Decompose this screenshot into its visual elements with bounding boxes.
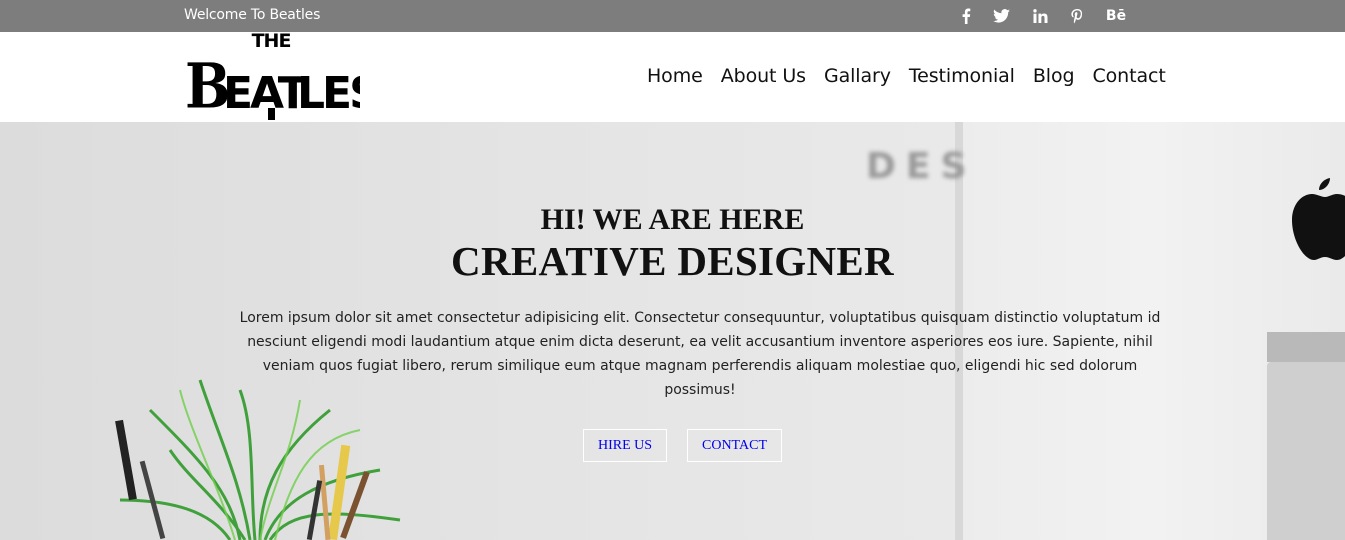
nav-gallary[interactable]: Gallary [824,65,891,87]
nav-blog[interactable]: Blog [1033,65,1075,87]
welcome-text: Welcome To Beatles [184,7,321,23]
twitter-icon[interactable] [992,8,1010,24]
nav-home[interactable]: Home [647,65,703,87]
hero-subtitle: HI! WE ARE HERE [540,203,805,236]
svg-text:EAT: EAT [223,68,308,119]
svg-text:THE: THE [252,32,291,52]
top-bar: Welcome To Beatles Bē [0,0,1345,32]
background-sign-text: DES [866,146,977,187]
hire-us-button[interactable]: HIRE US [583,429,667,462]
main-nav: Home About Us Gallary Testimonial Blog C… [647,65,1184,87]
svg-text:LES: LES [297,68,360,119]
pinterest-icon[interactable] [1068,8,1086,24]
monitor-stand-top [1267,332,1345,362]
nav-contact[interactable]: Contact [1092,65,1165,87]
hero-description: Lorem ipsum dolor sit amet consectetur a… [239,310,1161,398]
svg-text:B: B [185,49,228,122]
behance-icon[interactable]: Bē [1105,8,1127,24]
contact-button[interactable]: CONTACT [687,429,782,462]
linkedin-icon[interactable] [1031,8,1049,24]
nav-about-us[interactable]: About Us [721,65,806,87]
nav-testimonial[interactable]: Testimonial [909,65,1015,87]
hero-title: CREATIVE DESIGNER [451,238,894,284]
monitor-stand [1267,362,1345,540]
facebook-icon[interactable] [957,8,975,24]
beatles-logo[interactable]: THE B EAT LES [185,30,381,123]
